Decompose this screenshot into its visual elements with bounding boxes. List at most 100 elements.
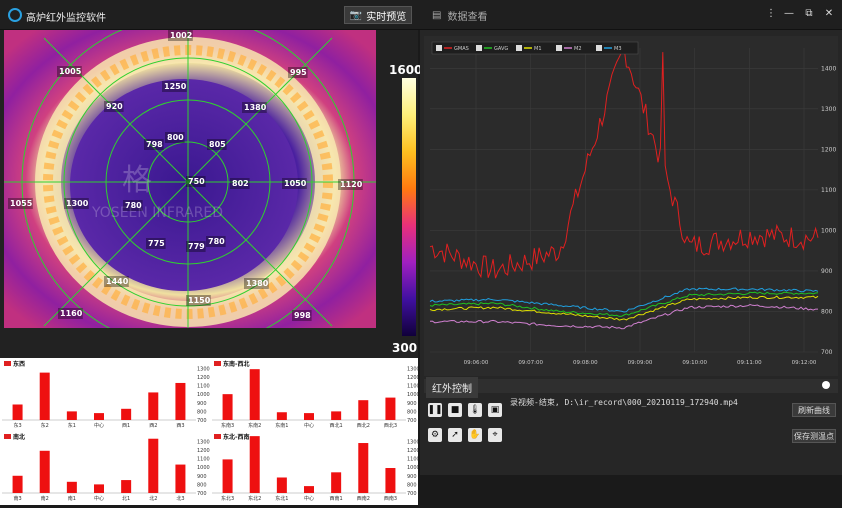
profile-bar [385,397,396,420]
bar-axis-tick: 900 [407,401,417,407]
bar-panel: 东北-西南1300120011001000900800700东北3东北2东北1中… [212,433,420,502]
bar-category-label: 东1 [68,422,76,429]
ir-control-label: 红外控制 [426,377,478,398]
temperature-label: 1250 [164,82,187,91]
temperature-label: 1160 [60,309,83,318]
profile-bar [12,475,23,493]
temperature-trend-chart[interactable]: 1400 1300 1200 1100 1000 900 800 700 09:06:00 09:… [424,36,838,376]
bar-category-label: 东南2 [248,422,261,429]
bar-axis-tick: 700 [407,491,417,497]
pause-button[interactable]: ❚❚ [427,403,443,417]
profile-bar [331,411,342,420]
profile-bar [304,486,314,493]
data-view-label: 数据查看 [447,12,488,23]
bar-axis-tick: 1000 [197,465,210,471]
profile-bar [249,369,260,420]
ir-control-header [424,379,838,393]
live-preview-label: 实时预览 [366,11,407,23]
recording-status-text: 录视频-结束, D:\ir_record\000_20210119_172940… [510,398,738,407]
thermometer-icon[interactable]: 🌡 [468,403,482,417]
bar-axis-tick: 800 [407,482,417,488]
series-line [429,295,819,321]
bar-category-label: 中心 [94,422,104,429]
bar-axis-tick: 900 [197,401,207,407]
bar-category-label: 东3 [13,422,21,429]
bar-category-label: 中心 [304,422,314,429]
bar-axis-tick: 1100 [197,384,210,390]
bar-category-label: 东北3 [221,495,234,502]
temperature-label: 1120 [340,180,363,189]
temperature-label: 805 [209,140,226,149]
profile-bar [358,400,369,420]
cursor-icon[interactable]: ➚ [448,428,462,442]
temperature-label: 998 [294,311,311,320]
colorbar-max: 1600 [389,63,423,77]
profile-bar [66,481,77,493]
legend-checkbox[interactable] [516,45,522,51]
close-button[interactable]: ✕ [822,8,836,19]
bar-category-label: 西1 [122,423,130,429]
bar-axis-tick: 1000 [407,392,418,398]
temperature-label: 802 [232,179,249,188]
x-tick-label: 09:07:00 [518,360,543,366]
save-points-button[interactable]: 保存测温点 [792,429,836,443]
target-icon[interactable]: ⌖ [488,428,502,442]
legend-label: GAVG [494,46,508,52]
temperature-label: 798 [146,140,163,149]
temperature-label: 1005 [59,67,82,76]
series-line [429,287,819,313]
bar-axis-tick: 1200 [197,448,210,454]
live-preview-button[interactable]: 📷 实时预览 [344,6,412,24]
bar-category-label: 西北3 [384,422,397,429]
y-tick-label: 700 [821,349,833,356]
profile-bar [222,394,233,420]
profile-bar [249,436,260,493]
snapshot-button[interactable]: ▣ [488,403,502,417]
more-menu-icon[interactable]: ⋮ [764,8,778,19]
bar-category-label: 东南1 [275,422,288,429]
bar-category-label: 东北1 [275,495,288,502]
legend-checkbox[interactable] [436,45,442,51]
hand-icon[interactable]: ✋ [468,428,482,442]
temperature-label: 1440 [106,277,129,286]
temperature-label: 779 [188,242,205,251]
bar-category-label: 西2 [149,423,157,429]
bar-category-label: 东2 [41,422,49,429]
bar-category-label: 南3 [13,495,21,502]
legend-checkbox[interactable] [556,45,562,51]
bar-axis-tick: 700 [197,418,207,424]
data-view-tab[interactable]: ▤ 数据查看 [432,8,487,23]
bar-axis-tick: 1300 [197,439,210,445]
bar-category-label: 南2 [41,495,49,502]
temperature-label: 800 [167,133,184,142]
bar-axis-tick: 700 [197,491,207,497]
x-tick-label: 09:09:00 [628,360,653,366]
legend-label: M2 [574,46,582,52]
bar-category-label: 西北1 [330,422,343,429]
bar-category-label: 东南3 [221,422,234,429]
thermal-image[interactable]: 格 YOSEEN INFRARED 1002 1005 995 1250 920 1380… [4,30,376,328]
temperature-label: 1002 [170,31,192,40]
temperature-label: 1380 [244,103,267,112]
profile-bar [148,438,159,493]
profile-bar [276,412,287,420]
profile-bar [175,382,186,420]
bar-panel-title: 东南-西北 [223,360,250,368]
settings-icon[interactable]: ⚙ [428,428,442,442]
stop-button[interactable]: ■ [448,403,462,417]
legend-checkbox[interactable] [476,45,482,51]
legend-label: GMAS [454,46,469,52]
bar-category-label: 西南3 [384,495,397,502]
temperature-label: 1380 [246,279,269,288]
refresh-curve-button[interactable]: 刷新曲线 [792,403,836,417]
restore-button[interactable]: ⧉ [802,8,816,19]
bar-panel-title: 南北 [13,433,25,441]
bar-axis-tick: 800 [407,409,417,415]
profile-bar [39,450,50,493]
app-logo-icon [8,8,22,22]
bar-category-label: 东北2 [248,495,261,502]
minimize-button[interactable]: — [782,8,796,19]
profile-bar [175,464,186,493]
legend-checkbox[interactable] [596,45,602,51]
bar-category-label: 中心 [304,495,314,502]
